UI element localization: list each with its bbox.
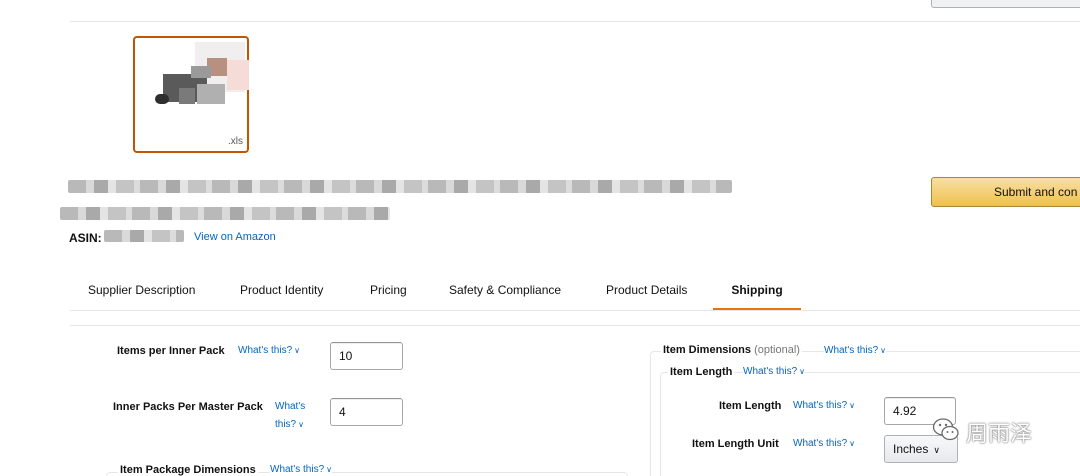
chevron-down-icon: ∨ xyxy=(294,346,301,355)
file-extension-label: .xls xyxy=(228,136,243,147)
panel-divider xyxy=(70,325,1080,326)
asin-value-redacted xyxy=(104,230,184,242)
item-length-label: Item Length xyxy=(719,400,782,412)
inner-packs-help-line2[interactable]: this? ∨ xyxy=(275,419,304,430)
items-per-inner-pack-input[interactable] xyxy=(330,342,403,370)
tab-supplier-description[interactable]: Supplier Description xyxy=(88,270,195,310)
items-per-inner-pack-help[interactable]: What's this? ∨ xyxy=(238,345,300,356)
item-length-unit-help[interactable]: What's this? ∨ xyxy=(793,438,855,449)
thumbnail-image-block xyxy=(155,94,169,104)
thumbnail-image-block xyxy=(191,66,211,78)
asin-label: ASIN: xyxy=(69,231,102,245)
chevron-down-icon: ∨ xyxy=(849,401,856,410)
tab-bar: Supplier Description Product Identity Pr… xyxy=(70,270,1080,311)
view-on-amazon-link[interactable]: View on Amazon xyxy=(194,231,276,243)
product-title-redacted xyxy=(68,180,732,193)
tab-product-identity[interactable]: Product Identity xyxy=(240,270,323,310)
item-package-dimensions-help[interactable]: What's this? ∨ xyxy=(270,464,333,475)
items-per-inner-pack-label: Items per Inner Pack xyxy=(117,345,225,357)
item-package-dimensions-label: Item Package Dimensions xyxy=(118,464,258,476)
chevron-down-icon: ∨ xyxy=(880,346,887,355)
inner-packs-per-master-pack-input[interactable] xyxy=(330,398,403,426)
item-dimensions-help[interactable]: What's this? ∨ xyxy=(824,345,887,356)
thumbnail-image-block xyxy=(197,84,225,104)
header-divider xyxy=(70,21,1080,22)
item-length-group-label: Item Length xyxy=(668,366,735,378)
product-title-redacted xyxy=(60,207,390,220)
tab-safety-compliance[interactable]: Safety & Compliance xyxy=(449,270,561,310)
item-dimensions-label: Item Dimensions (optional) xyxy=(661,344,802,356)
optional-tag: (optional) xyxy=(754,344,800,356)
inner-packs-help[interactable]: What's xyxy=(275,401,305,412)
chevron-down-icon: ∨ xyxy=(849,439,856,448)
chevron-down-icon: ∨ xyxy=(799,367,806,376)
watermark-text: 周雨泽 xyxy=(966,422,1033,447)
top-action-button[interactable] xyxy=(931,0,1080,8)
thumbnail-image-block xyxy=(179,88,195,104)
item-length-group-help[interactable]: What's this? ∨ xyxy=(743,366,806,377)
chevron-down-icon: ∨ xyxy=(326,465,333,474)
chevron-down-icon: ∨ xyxy=(933,445,940,455)
inner-packs-per-master-pack-label: Inner Packs Per Master Pack xyxy=(113,401,263,413)
tab-shipping[interactable]: Shipping xyxy=(713,270,801,310)
item-length-help[interactable]: What's this? ∨ xyxy=(793,400,855,411)
chevron-down-icon: ∨ xyxy=(298,420,304,429)
thumbnail-image-block xyxy=(227,60,249,90)
tab-pricing[interactable]: Pricing xyxy=(370,270,407,310)
file-thumbnail[interactable]: .xls xyxy=(133,36,249,153)
wechat-icon xyxy=(932,418,959,441)
tab-product-details[interactable]: Product Details xyxy=(606,270,687,310)
submit-button[interactable]: Submit and con xyxy=(931,177,1080,207)
item-length-unit-label: Item Length Unit xyxy=(692,438,779,450)
